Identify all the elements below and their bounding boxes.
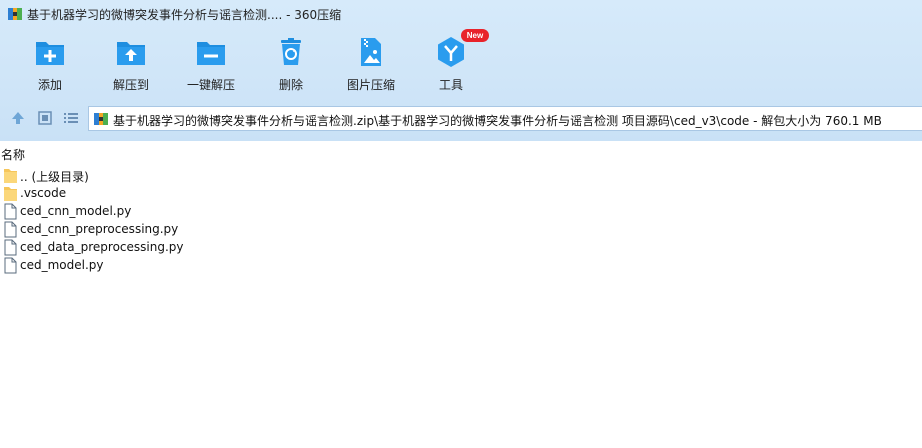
archive-app-icon bbox=[8, 8, 22, 20]
list-item[interactable]: ced_model.py bbox=[0, 256, 400, 274]
file-icon bbox=[4, 221, 17, 238]
one-click-extract-icon bbox=[197, 42, 225, 65]
extract-to-icon bbox=[117, 42, 145, 65]
file-name: ced_cnn_preprocessing.py bbox=[20, 222, 179, 236]
new-badge: New bbox=[461, 29, 489, 42]
list-item[interactable]: .. (上级目录) bbox=[0, 166, 400, 184]
file-name: .. (上级目录) bbox=[20, 170, 89, 184]
column-header: 名称 bbox=[0, 144, 922, 164]
tools-label: 工具 bbox=[438, 78, 463, 92]
folder-icon bbox=[4, 169, 17, 183]
file-icon bbox=[4, 203, 17, 220]
delete-button[interactable]: 删除 bbox=[251, 32, 331, 94]
path-bar[interactable]: 基于机器学习的微博突发事件分析与谣言检测.zip\基于机器学习的微博突发事件分析… bbox=[88, 106, 922, 131]
file-name: ced_cnn_model.py bbox=[20, 204, 132, 218]
list-item[interactable]: .vscode bbox=[0, 184, 400, 202]
window-title: 基于机器学习的微博突发事件分析与谣言检测.... - 360压缩 bbox=[27, 8, 342, 22]
image-compress-button[interactable]: 图片压缩 bbox=[331, 32, 411, 94]
one-click-extract-button[interactable]: 一键解压 bbox=[171, 32, 251, 94]
image-compress-icon bbox=[361, 38, 381, 66]
title-bar: 基于机器学习的微博突发事件分析与谣言检测.... - 360压缩 bbox=[0, 0, 922, 28]
file-name: ced_model.py bbox=[20, 258, 104, 272]
file-name: ced_data_preprocessing.py bbox=[20, 240, 184, 254]
file-icon bbox=[4, 257, 17, 274]
recycle-bin-icon bbox=[281, 38, 301, 65]
add-folder-icon bbox=[36, 42, 64, 65]
list-item[interactable]: ced_data_preprocessing.py bbox=[0, 238, 400, 256]
extract-to-button[interactable]: 解压到 bbox=[91, 32, 171, 94]
top-bar: 基于机器学习的微博突发事件分析与谣言检测.... - 360压缩 添加 解压到 bbox=[0, 0, 922, 141]
list-view-icon[interactable] bbox=[62, 109, 80, 127]
file-icon bbox=[4, 239, 17, 256]
delete-label: 删除 bbox=[278, 78, 303, 92]
file-name: .vscode bbox=[20, 186, 67, 200]
tools-icon bbox=[438, 37, 464, 67]
folder-icon bbox=[4, 187, 17, 201]
tools-button[interactable]: New 工具 bbox=[411, 29, 491, 94]
up-arrow-icon[interactable] bbox=[9, 109, 27, 127]
thumbnail-view-icon[interactable] bbox=[36, 109, 54, 127]
column-header-name[interactable]: 名称 bbox=[1, 146, 25, 163]
add-button[interactable]: 添加 bbox=[10, 32, 90, 94]
add-label: 添加 bbox=[37, 78, 62, 92]
image-compress-label: 图片压缩 bbox=[346, 78, 395, 92]
path-text: 基于机器学习的微博突发事件分析与谣言检测.zip\基于机器学习的微博突发事件分析… bbox=[113, 114, 882, 128]
extract-to-label: 解压到 bbox=[112, 78, 149, 92]
one-click-extract-label: 一键解压 bbox=[186, 78, 235, 92]
toolbar: 添加 解压到 一键解压 删除 图片压缩 New 工具 bbox=[0, 29, 922, 96]
archive-path-icon bbox=[94, 113, 108, 125]
list-item[interactable]: ced_cnn_model.py bbox=[0, 202, 400, 220]
list-item[interactable]: ced_cnn_preprocessing.py bbox=[0, 220, 400, 238]
navigation-row: 基于机器学习的微博突发事件分析与谣言检测.zip\基于机器学习的微博突发事件分析… bbox=[0, 103, 922, 133]
